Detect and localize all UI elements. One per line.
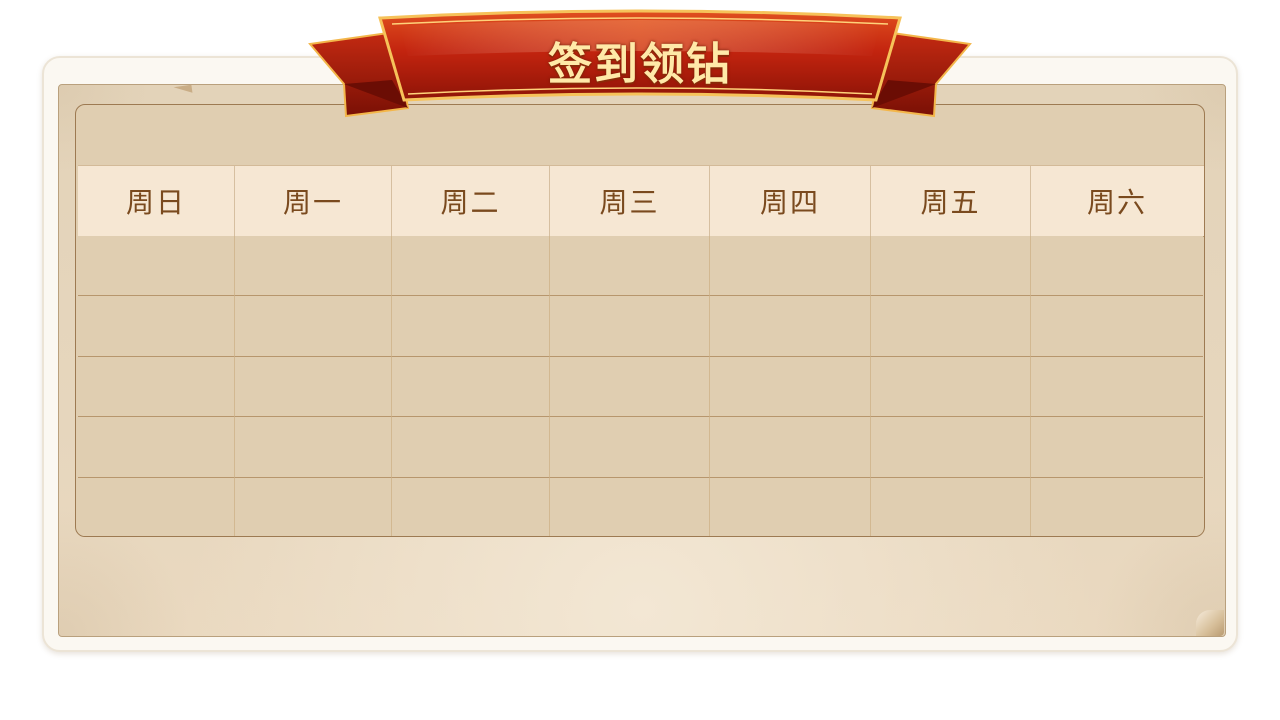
weekday-friday: 周五 [871,166,1031,236]
dialog-title: 签到领钻 [548,39,732,90]
calendar-day-cell[interactable] [78,236,235,297]
calendar-day-cell[interactable] [1031,417,1203,478]
calendar-day-cell[interactable] [392,236,550,297]
calendar-day-cell[interactable] [235,477,392,536]
weekday-thursday: 周四 [710,166,871,236]
calendar-day-cell[interactable] [78,356,235,418]
calendar-day-cell[interactable] [78,477,235,536]
calendar-day-cell[interactable] [871,236,1031,297]
calendar-day-cell[interactable] [710,477,871,536]
calendar-day-cell[interactable] [710,356,871,418]
calendar-day-cell[interactable] [235,296,392,357]
calendar-day-cell[interactable] [235,417,392,478]
calendar-day-cell[interactable] [871,356,1031,418]
calendar-day-cell[interactable] [710,296,871,357]
calendar-day-cell[interactable] [1031,356,1203,418]
calendar-day-cell[interactable] [392,417,550,478]
calendar-day-cell[interactable] [78,417,235,478]
calendar-day-cell[interactable] [78,296,235,357]
calendar-day-cell[interactable] [550,236,710,297]
calendar-day-cell[interactable] [1031,296,1203,357]
calendar-day-cell[interactable] [392,477,550,536]
title-ribbon: 签到领钻 [300,6,980,126]
weekday-monday: 周一 [235,166,392,236]
calendar-day-cell[interactable] [871,417,1031,478]
calendar-day-cell[interactable] [392,296,550,357]
calendar-day-grid [78,236,1204,536]
calendar-day-cell[interactable] [710,236,871,297]
sign-in-dialog: 周日 周一 周二 周三 周四 周五 周六 签到领钻 [0,0,1280,720]
calendar-day-cell[interactable] [235,236,392,297]
weekday-saturday: 周六 [1086,186,1147,219]
weekday-tuesday: 周二 [392,166,550,236]
calendar-day-cell[interactable] [550,417,710,478]
parchment-curl-bottom-right [1196,610,1224,636]
weekday-sunday: 周日 [78,166,235,236]
calendar-day-cell[interactable] [871,477,1031,536]
weekday-wednesday: 周三 [550,166,710,236]
calendar-day-cell[interactable] [235,356,392,418]
calendar-day-cell[interactable] [392,356,550,418]
calendar-day-cell[interactable] [710,417,871,478]
calendar-day-cell[interactable] [550,296,710,357]
calendar-day-cell[interactable] [550,356,710,418]
weekday-header-row: 周日 周一 周二 周三 周四 周五 周六 [78,165,1204,237]
calendar-day-cell[interactable] [1031,236,1203,297]
calendar-day-cell[interactable] [550,477,710,536]
calendar-day-cell[interactable] [871,296,1031,357]
calendar-board: 周日 周一 周二 周三 周四 周五 周六 [75,104,1205,537]
calendar-day-cell[interactable] [1031,477,1203,536]
